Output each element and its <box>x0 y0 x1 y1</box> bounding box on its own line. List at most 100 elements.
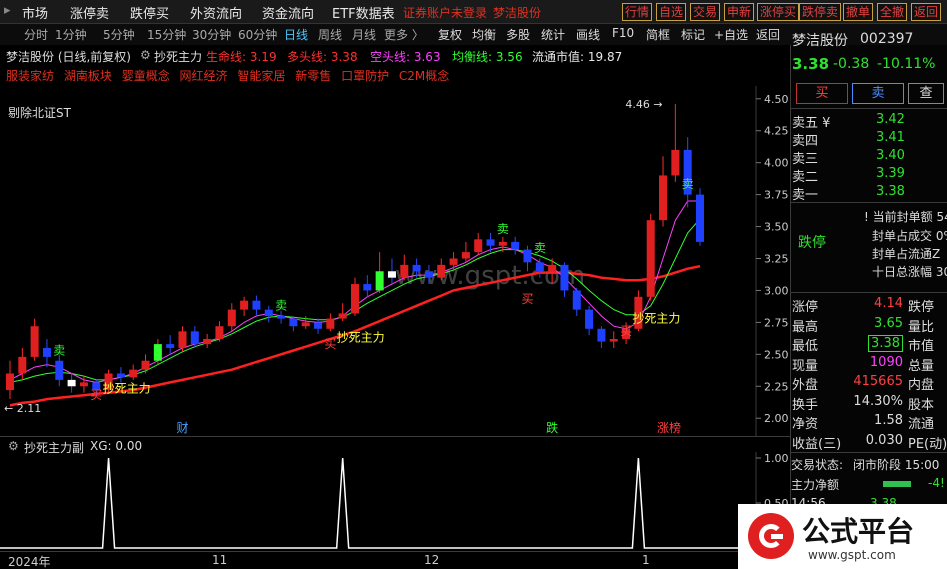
quote-button[interactable]: 行情 <box>622 3 653 21</box>
trade-button[interactable]: 交易 <box>690 3 721 21</box>
signal-annotation: 买 <box>324 337 336 351</box>
menu-limit-down-buy[interactable]: 跌停买 <box>130 3 169 22</box>
concept-tag[interactable]: 服装家纺 <box>6 69 54 83</box>
concept-tag[interactable]: 网红经济 <box>180 69 228 83</box>
stat-label: 外盘 <box>792 378 819 393</box>
sub-chart-value: XG: 0.00 <box>90 439 143 453</box>
min-price-label: ← 2.11 <box>4 402 41 415</box>
tool-add-watchlist[interactable]: +自选 <box>714 26 748 43</box>
price-axis-label: 2.25 <box>764 380 789 393</box>
menu-arrow-icon[interactable]: ▸ <box>4 3 11 18</box>
menu-etf-table[interactable]: ETF数据表 <box>332 3 395 22</box>
new-share-button[interactable]: 申新 <box>724 3 755 21</box>
event-marker: 涨榜 <box>657 420 681 435</box>
stat-value: 1090 <box>869 354 903 370</box>
ask-row[interactable]: 卖五 ¥ 3.42 <box>790 112 947 131</box>
signal-annotation: 买 <box>620 324 632 338</box>
return-button[interactable]: 返回 <box>911 3 942 21</box>
limit-down-sell-button[interactable]: 跌停卖 <box>799 3 842 21</box>
chart-title: 梦洁股份 (日线,前复权) <box>6 50 131 64</box>
candle-body <box>67 379 76 387</box>
tool-return[interactable]: 返回 <box>756 26 780 43</box>
login-warning[interactable]: 证券账户未登录 <box>403 4 487 21</box>
candle-body <box>252 300 261 310</box>
menu-market[interactable]: 市场 <box>22 3 48 22</box>
candle-body <box>30 326 39 357</box>
event-marker: 财 <box>177 421 189 435</box>
concept-tag[interactable]: 湖南板块 <box>64 69 112 83</box>
candle-body <box>153 344 162 361</box>
ask-price: 3.42 <box>876 112 905 127</box>
tool-adjust[interactable]: 复权 <box>438 26 462 43</box>
tool-multi-stock[interactable]: 多股 <box>506 26 530 43</box>
cancel-all-button[interactable]: 全撤 <box>877 3 908 21</box>
brand-url: www.gspt.com <box>808 548 896 562</box>
tab-30min[interactable]: 30分钟 <box>192 26 231 43</box>
stat-label: 股本 <box>908 397 935 413</box>
tool-stats[interactable]: 统计 <box>541 26 565 43</box>
sell-button[interactable]: 卖 <box>852 83 904 104</box>
candle-body <box>141 360 150 370</box>
query-button[interactable]: 查 <box>908 83 944 104</box>
panel-divider <box>790 452 947 453</box>
menu-foreign-flow[interactable]: 外资流向 <box>190 3 242 22</box>
candle-body <box>449 258 458 265</box>
app-window: ▸ 市场 涨停卖 跌停买 外资流向 资金流向 ETF数据表 证券账户未登录 梦洁… <box>0 0 947 569</box>
menu-capital-flow[interactable]: 资金流向 <box>262 3 314 22</box>
tab-5min[interactable]: 5分钟 <box>103 26 135 43</box>
sub-indicator-chart[interactable]: 1.000.500.00 <box>0 452 790 552</box>
candle-body <box>609 339 618 342</box>
ask-row[interactable]: 卖二 3.39 <box>790 166 947 185</box>
stat-label: 总量 <box>908 358 935 374</box>
axis-label-year: 2024年 <box>8 555 51 569</box>
event-marker: 跌 <box>546 420 558 435</box>
ask-row[interactable]: 卖四 3.41 <box>790 130 947 149</box>
indicator-toggle-icon[interactable]: ⚙ <box>140 48 151 62</box>
ask-level-label: 卖五 ¥ <box>792 116 831 131</box>
stat-value: 3.65 <box>874 315 903 331</box>
tool-draw[interactable]: 画线 <box>576 26 600 43</box>
panel-divider <box>790 202 947 203</box>
chart-watermark: www.gspt.com <box>395 261 585 291</box>
stat-value: 4.14 <box>874 296 903 311</box>
tab-daily[interactable]: 日线 <box>284 26 308 43</box>
concept-tag[interactable]: 婴童概念 <box>122 69 170 83</box>
tab-1min[interactable]: 1分钟 <box>55 26 87 43</box>
limit-row: ! 当前封单额 54 <box>864 210 947 224</box>
limit-up-buy-button[interactable]: 涨停买 <box>757 3 800 21</box>
tab-60min[interactable]: 60分钟 <box>238 26 277 43</box>
candle-body <box>659 175 668 221</box>
tab-minute-time[interactable]: 分时 <box>24 26 48 43</box>
candle-body <box>215 326 224 339</box>
tool-f10[interactable]: F10 <box>612 26 634 40</box>
candle-body <box>535 262 544 272</box>
panel-divider <box>790 292 947 293</box>
cancel-order-button[interactable]: 撤单 <box>843 3 874 21</box>
candle-body <box>387 271 396 278</box>
menu-limit-up-sell[interactable]: 涨停卖 <box>70 3 109 22</box>
tab-15min[interactable]: 15分钟 <box>147 26 186 43</box>
candlestick-chart[interactable]: 4.50 4.25 4.00 3.75 3.50 3.25 3.00 2.75 2.50 2.25… <box>0 86 790 436</box>
brand-watermark: 公式平台 www.gspt.com <box>738 504 947 569</box>
tool-frame[interactable]: 简框 <box>646 26 670 43</box>
tool-mark[interactable]: 标记 <box>681 26 705 43</box>
concept-tag[interactable]: C2M概念 <box>399 69 449 83</box>
sub-indicator-icon[interactable]: ⚙ <box>8 439 19 453</box>
buy-button[interactable]: 买 <box>796 83 848 104</box>
price-axis-label: 2.00 <box>764 412 789 425</box>
watchlist-button[interactable]: 自选 <box>656 3 687 21</box>
concept-tag[interactable]: 新零售 <box>295 69 331 83</box>
tool-balance[interactable]: 均衡 <box>472 26 496 43</box>
tab-weekly[interactable]: 周线 <box>318 26 342 43</box>
panel-stock-name: 梦洁股份 <box>792 33 848 49</box>
limit-status-label: 跌停 <box>798 235 826 251</box>
concept-tag[interactable]: 口罩防护 <box>341 69 389 83</box>
tab-monthly[interactable]: 月线 <box>352 26 376 43</box>
ask-row[interactable]: 卖三 3.40 <box>790 148 947 167</box>
ask-row[interactable]: 卖一 3.38 <box>790 184 947 203</box>
concept-tag[interactable]: 智能家居 <box>237 69 285 83</box>
tab-more[interactable]: 更多 〉 <box>384 26 424 43</box>
indicator-name[interactable]: 抄死主力 <box>154 48 202 65</box>
candle-body <box>548 264 557 272</box>
candle-body <box>646 220 655 297</box>
